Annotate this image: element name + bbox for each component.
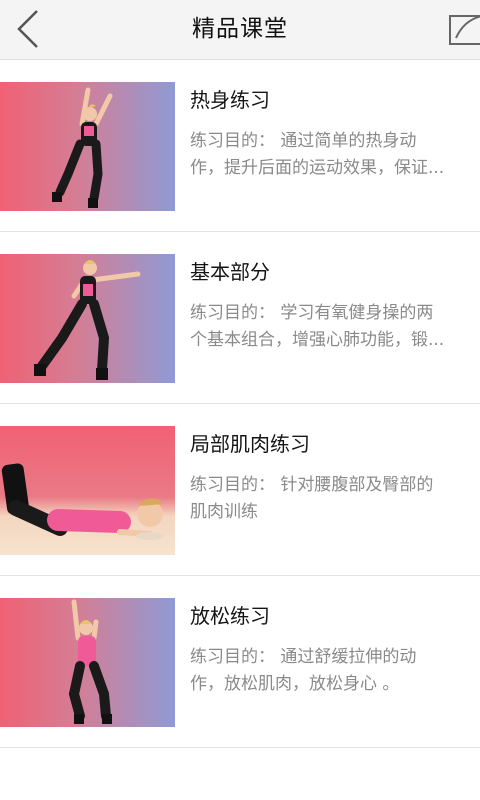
course-thumbnail [0,82,175,211]
share-button[interactable] [448,10,480,46]
course-thumbnail [0,254,175,383]
list-item[interactable]: 热身练习 练习目的： 通过简单的热身动 作，提升后面的运动效果，保证... [0,60,480,232]
course-description: 练习目的： 通过舒缓拉伸的动 作，放松肌肉，放松身心 。 [190,647,417,694]
course-title: 基本部分 [190,260,270,284]
course-description: 练习目的： 针对腰腹部及臀部的 肌肉训练 [190,475,434,522]
course-thumbnail [0,598,175,727]
course-thumbnail [0,426,175,555]
list-item[interactable]: 基本部分 练习目的： 学习有氧健身操的两 个基本组合，增强心肺功能，锻... [0,232,480,404]
dancer-figure [1,463,164,540]
course-title: 放松练习 [190,604,270,628]
page-title: 精品课堂 [192,16,288,42]
list-item[interactable]: 局部肌肉练习 练习目的： 针对腰腹部及臀部的 肌肉训练 [0,404,480,576]
dancer-figure [68,599,112,724]
course-title: 热身练习 [190,88,270,112]
list-item[interactable]: 放松练习 练习目的： 通过舒缓拉伸的动 作，放松肌肉，放松身心 。 [0,576,480,748]
course-description: 练习目的： 通过简单的热身动 作，提升后面的运动效果，保证... [190,131,445,178]
course-description: 练习目的： 学习有氧健身操的两 个基本组合，增强心肺功能，锻... [190,303,445,350]
top-bar: 精品课堂 [0,0,480,60]
dancer-figure [52,87,113,208]
share-icon [449,15,480,45]
course-title: 局部肌肉练习 [190,432,310,456]
course-list: 热身练习 练习目的： 通过简单的热身动 作，提升后面的运动效果，保证... 基本… [0,60,480,748]
dancer-figure [34,260,141,380]
